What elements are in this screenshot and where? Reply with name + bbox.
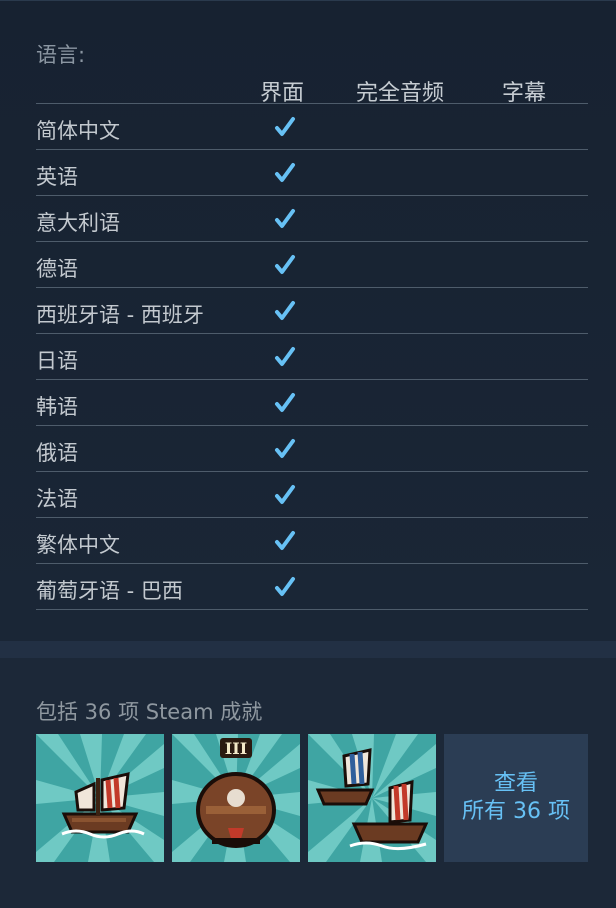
languages-title: 语言: bbox=[36, 43, 86, 67]
language-name: 简体中文 bbox=[36, 119, 120, 143]
fleet-icon bbox=[308, 734, 436, 862]
table-row: 韩语 bbox=[36, 380, 588, 426]
table-row: 繁体中文 bbox=[36, 518, 588, 564]
achievement-tile[interactable] bbox=[308, 734, 436, 862]
checkmark-icon bbox=[275, 439, 295, 458]
language-name: 西班牙语 - 西班牙 bbox=[36, 303, 204, 327]
checkmark-icon bbox=[275, 577, 295, 596]
checkmark-icon bbox=[275, 485, 295, 504]
table-row: 英语 bbox=[36, 150, 588, 196]
ship-icon bbox=[36, 734, 164, 862]
checkmark-icon bbox=[275, 163, 295, 182]
checkmark-icon bbox=[275, 117, 295, 136]
table-row: 西班牙语 - 西班牙 bbox=[36, 288, 588, 334]
language-name: 英语 bbox=[36, 165, 78, 189]
checkmark-icon bbox=[275, 347, 295, 366]
view-all-achievements-button[interactable]: 查看 所有 36 项 bbox=[444, 734, 588, 862]
language-panel: 语言: 界面 完全音频 字幕 简体中文 英语 意大利语 德语 西班牙语 - 西班… bbox=[0, 0, 616, 641]
view-all-label-line1: 查看 bbox=[493, 771, 538, 796]
treasure-chest-icon: III bbox=[172, 734, 300, 862]
view-all-label-line2: 所有 36 项 bbox=[462, 799, 570, 824]
table-row: 德语 bbox=[36, 242, 588, 288]
language-name: 俄语 bbox=[36, 441, 78, 465]
svg-text:III: III bbox=[225, 739, 247, 758]
achievement-tile[interactable]: III bbox=[172, 734, 300, 862]
achievement-tile[interactable] bbox=[36, 734, 164, 862]
table-row: 简体中文 bbox=[36, 104, 588, 150]
language-table: 简体中文 英语 意大利语 德语 西班牙语 - 西班牙 日语 韩语 俄语 法语 繁… bbox=[36, 103, 588, 610]
language-name: 法语 bbox=[36, 487, 78, 511]
checkmark-icon bbox=[275, 255, 295, 274]
checkmark-icon bbox=[275, 301, 295, 320]
language-name: 葡萄牙语 - 巴西 bbox=[36, 579, 183, 603]
section-divider bbox=[0, 641, 616, 658]
checkmark-icon bbox=[275, 393, 295, 412]
table-row: 葡萄牙语 - 巴西 bbox=[36, 564, 588, 610]
achievements-title[interactable]: 包括 36 项 Steam 成就 bbox=[36, 696, 262, 726]
language-name: 韩语 bbox=[36, 395, 78, 419]
table-row: 意大利语 bbox=[36, 196, 588, 242]
language-name: 繁体中文 bbox=[36, 533, 120, 557]
achievements-panel: 包括 36 项 Steam 成就 III 查看 所有 36 项 bbox=[0, 658, 616, 908]
checkmark-icon bbox=[275, 209, 295, 228]
table-row: 日语 bbox=[36, 334, 588, 380]
language-name: 意大利语 bbox=[36, 211, 120, 235]
language-name: 日语 bbox=[36, 349, 78, 373]
table-row: 俄语 bbox=[36, 426, 588, 472]
language-name: 德语 bbox=[36, 257, 78, 281]
table-row: 法语 bbox=[36, 472, 588, 518]
checkmark-icon bbox=[275, 531, 295, 550]
